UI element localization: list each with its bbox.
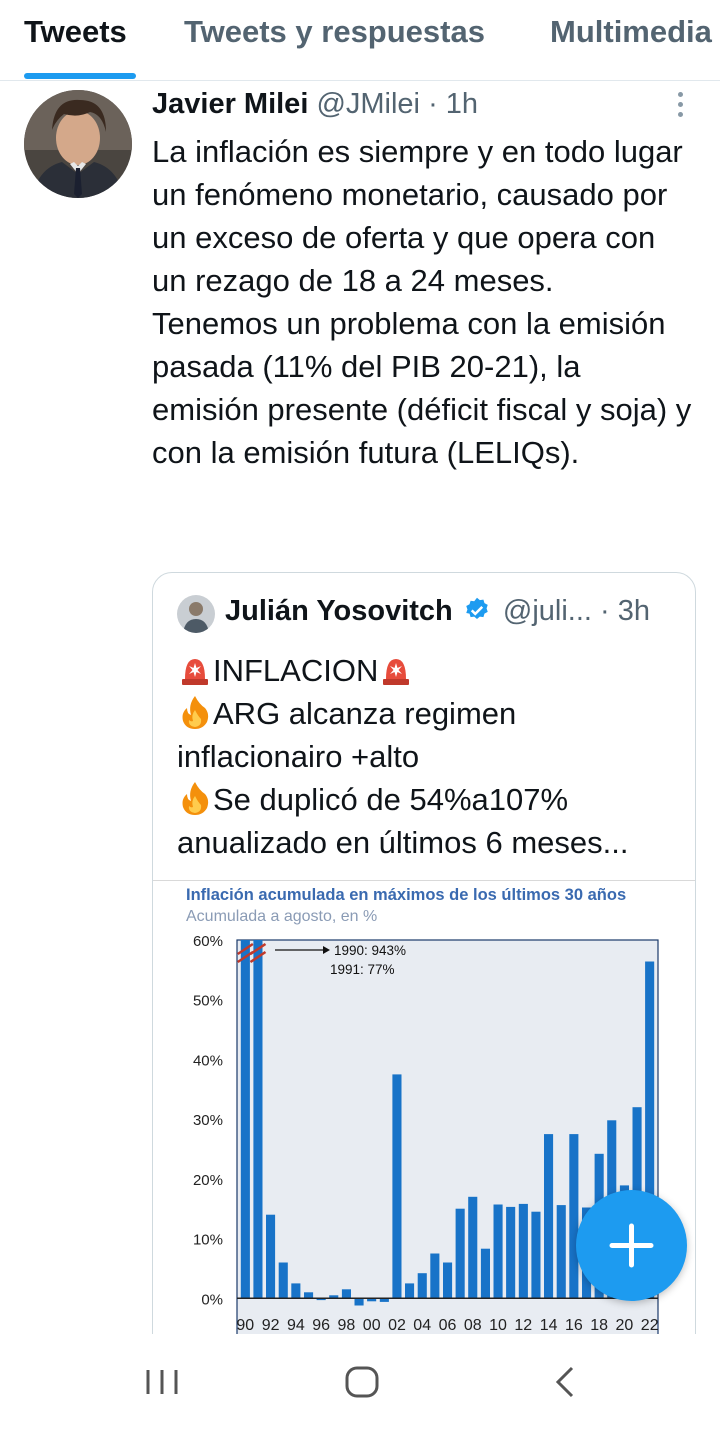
chart-bar (392, 1074, 402, 1299)
chart-bar (480, 1248, 490, 1299)
profile-tabs: Tweets Tweets y respuestas Multimedia (0, 0, 720, 81)
avatar[interactable] (24, 90, 132, 198)
quoted-author-avatar[interactable] (177, 595, 215, 633)
chart-bar (417, 1273, 427, 1299)
x-tick-label: 14 (540, 1317, 558, 1334)
annotation-label: 1990: 943% (334, 943, 406, 958)
tweet-text: La inflación es siempre y en todo lugar … (152, 130, 692, 474)
x-tick-label: 00 (363, 1317, 381, 1334)
back-icon[interactable] (546, 1362, 586, 1402)
x-tick-label: 98 (338, 1317, 356, 1334)
tweet-header: Javier Milei @JMilei · 1h (152, 88, 478, 121)
x-tick-label: 96 (312, 1317, 330, 1334)
x-tick-label: 94 (287, 1317, 305, 1334)
separator: · (600, 595, 610, 627)
chart-bar (291, 1283, 301, 1299)
more-options-icon[interactable] (672, 92, 688, 122)
x-tick-label: 16 (565, 1317, 583, 1334)
chart-bar (544, 1134, 554, 1299)
plus-icon (609, 1223, 654, 1268)
separator: · (428, 88, 438, 120)
compose-tweet-button[interactable] (576, 1190, 687, 1301)
home-icon[interactable] (342, 1362, 382, 1402)
quoted-line: ARG alcanza regimen (177, 692, 687, 735)
x-tick-label: 02 (388, 1317, 406, 1334)
chart-bar (405, 1283, 415, 1299)
tab-tweets-and-replies[interactable]: Tweets y respuestas (184, 14, 485, 50)
x-tick-label: 92 (262, 1317, 280, 1334)
x-tick-label: 20 (616, 1317, 634, 1334)
chart-bar (518, 1203, 528, 1299)
chart-bar (443, 1262, 453, 1299)
recent-apps-icon[interactable] (142, 1362, 182, 1402)
tab-tweets[interactable]: Tweets (24, 14, 127, 50)
chart-bar (468, 1196, 478, 1299)
chart-bar (253, 940, 263, 1299)
tab-media[interactable]: Multimedia (550, 14, 712, 50)
quoted-author-handle[interactable]: @juli... (503, 595, 592, 627)
y-tick-label: 40% (193, 1052, 223, 1069)
fire-icon (177, 780, 213, 816)
chart-bar (556, 1205, 566, 1299)
x-tick-label: 12 (514, 1317, 532, 1334)
quoted-line: Se duplicó de 54%a107% (177, 778, 687, 821)
quoted-tweet-text: INFLACION ARG alcanza regimen inflaciona… (177, 649, 687, 864)
police-light-icon (378, 651, 414, 687)
chart-bar (354, 1298, 364, 1306)
chart-bar (278, 1262, 288, 1299)
tweet-time[interactable]: 1h (446, 88, 478, 120)
y-tick-label: 20% (193, 1172, 223, 1189)
quoted-line: INFLACION (177, 649, 687, 692)
chart-bar (304, 1292, 314, 1299)
x-tick-label: 10 (489, 1317, 507, 1334)
quoted-author-name[interactable]: Julián Yosovitch (225, 595, 453, 627)
chart-bar (506, 1206, 516, 1299)
active-tab-indicator (24, 73, 136, 79)
chart-bar (455, 1208, 465, 1299)
x-tick-label: 18 (590, 1317, 608, 1334)
police-light-icon (177, 651, 213, 687)
chart-bar (493, 1204, 503, 1299)
x-tick-label: 22 (641, 1317, 659, 1334)
quoted-line: inflacionairo +alto (177, 739, 420, 774)
system-navigation-bar (0, 1334, 720, 1429)
chart-bar (266, 1214, 276, 1299)
chart-bar (341, 1289, 351, 1299)
y-tick-label: 50% (193, 993, 223, 1010)
annotation-label: 1991: 77% (330, 962, 395, 977)
y-tick-label: 60% (193, 933, 223, 950)
chart-bar (531, 1211, 541, 1299)
x-tick-label: 06 (439, 1317, 457, 1334)
fire-icon (177, 694, 213, 730)
author-name[interactable]: Javier Milei (152, 88, 308, 120)
chart-bar (240, 940, 250, 1299)
quoted-tweet-header: Julián Yosovitch @juli... · 3h (225, 595, 650, 632)
x-tick-label: 90 (236, 1317, 254, 1334)
tweet-paragraph: Tenemos un problema con la emisión pasad… (152, 306, 692, 470)
quoted-line: anualizado en últimos 6 meses... (177, 825, 629, 860)
y-tick-label: 10% (193, 1232, 223, 1249)
author-handle[interactable]: @JMilei (316, 88, 420, 120)
quoted-tweet-time[interactable]: 3h (618, 595, 650, 627)
y-tick-label: 0% (201, 1291, 223, 1308)
verified-badge-icon (463, 596, 491, 632)
chart-bar (430, 1253, 440, 1299)
y-tick-label: 30% (193, 1112, 223, 1129)
x-tick-label: 04 (413, 1317, 431, 1334)
x-tick-label: 08 (464, 1317, 482, 1334)
tweet-paragraph: La inflación es siempre y en todo lugar … (152, 134, 683, 298)
